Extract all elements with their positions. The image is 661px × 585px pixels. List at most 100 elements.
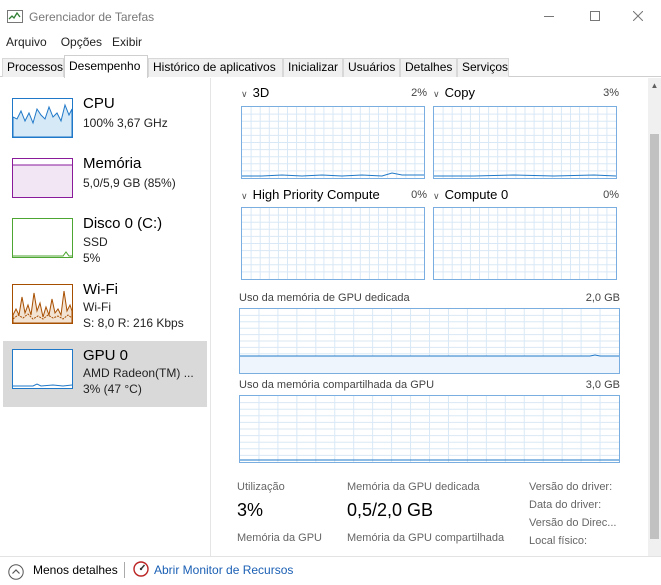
sidebar-wifi-title: Wi-Fi: [83, 281, 118, 298]
driver-date-label: Data do driver:: [529, 499, 602, 511]
sidebar-gpu-title: GPU 0: [83, 347, 129, 364]
resource-monitor-icon[interactable]: [133, 561, 149, 577]
shared-memory-plot: [240, 396, 619, 462]
grid-lines: [434, 208, 616, 279]
graph-compute0-plot: [434, 208, 616, 279]
grid-lines: [242, 208, 424, 279]
maximize-button[interactable]: [572, 0, 618, 32]
gpu-performance-panel: ∨ 3D 2% ∨ Copy 3% ∨ High Priority Compute 0…: [212, 78, 648, 556]
sidebar-wifi-throughput: S: 8,0 R: 216 Kbps: [83, 316, 184, 330]
graph-3d-percent: 2%: [411, 87, 427, 99]
graph-3d: [241, 106, 425, 179]
graph-copy: [433, 106, 617, 179]
shared-memory-graph: [239, 395, 620, 463]
sidebar-disk-usage: 5%: [83, 251, 101, 265]
wifi-thumbnail: [12, 284, 73, 324]
minimize-icon: [544, 16, 554, 17]
sidebar-memory-detail: 5,0/5,9 GB (85%): [83, 176, 176, 190]
sidebar-item-cpu[interactable]: CPU 100% 3,67 GHz: [3, 90, 207, 156]
close-icon: [633, 11, 643, 21]
scroll-thumb[interactable]: [650, 134, 659, 539]
minimize-button[interactable]: [526, 0, 572, 32]
tab-desempenho[interactable]: Desempenho: [64, 55, 148, 78]
open-resource-monitor-link[interactable]: Abrir Monitor de Recursos: [154, 563, 293, 577]
shared-gpu-memory-label: Memória da GPU compartilhada: [347, 532, 505, 544]
graph-compute0-title: Compute 0: [444, 187, 509, 202]
graph-compute0-percent: 0%: [603, 189, 619, 201]
maximize-icon: [590, 11, 600, 21]
cpu-thumbnail: [12, 98, 73, 138]
sidebar-disk-type: SSD: [83, 235, 108, 249]
graph-hpc: [241, 207, 425, 280]
dedicated-memory-graph: [239, 308, 620, 374]
gpu-thumbnail: [12, 349, 73, 389]
graph-compute0: [433, 207, 617, 280]
gpu-memory-label: Memória da GPU: [237, 532, 322, 544]
menu-exibir[interactable]: Exibir: [108, 34, 148, 52]
grid-lines: [434, 107, 616, 178]
sidebar-disk-title: Disco 0 (C:): [83, 215, 163, 232]
grid-lines: [240, 396, 619, 462]
graph-copy-plot: [434, 107, 616, 178]
shared-memory-label: Uso da memória compartilhada da GPU: [239, 379, 435, 391]
chevron-down-icon: ∨: [241, 191, 248, 201]
utilization-label: Utilização: [237, 481, 285, 493]
memory-thumbnail: [12, 158, 73, 198]
sidebar-item-gpu[interactable]: GPU 0 AMD Radeon(TM) ... 3% (47 °C): [3, 341, 207, 407]
dedicated-memory-plot: [240, 309, 619, 373]
graph-3d-title: 3D: [252, 85, 270, 100]
sidebar-item-disco[interactable]: Disco 0 (C:) SSD 5%: [3, 210, 207, 276]
physical-location-label: Local físico:: [529, 535, 588, 547]
sidebar-gpu-model: AMD Radeon(TM) ...: [83, 366, 194, 380]
utilization-value: 3%: [237, 500, 264, 520]
footer: Menos detalhes Abrir Monitor de Recursos: [0, 556, 661, 585]
disk-thumbnail: [12, 218, 73, 258]
tab-servicos[interactable]: Serviços: [457, 58, 509, 77]
graph-copy-percent: 3%: [603, 87, 619, 99]
task-manager-icon: [7, 10, 23, 23]
tab-bar: Processos Desempenho Histórico de aplica…: [0, 55, 661, 78]
dedicated-memory-label: Uso da memória de GPU dedicada: [239, 292, 410, 304]
dedicated-memory-max: 2,0 GB: [585, 292, 620, 304]
menu-bar: Arquivo Opções Exibir: [0, 34, 148, 52]
graph-copy-title: Copy: [444, 85, 475, 100]
graph-hpc-percent: 0%: [411, 189, 427, 201]
resource-sidebar: CPU 100% 3,67 GHz Memória 5,0/5,9 GB (85…: [0, 78, 211, 556]
menu-opcoes[interactable]: Opções: [53, 34, 108, 52]
fewer-details-button[interactable]: Menos detalhes: [33, 563, 118, 577]
chevron-down-icon: ∨: [241, 89, 248, 99]
sidebar-cpu-detail: 100% 3,67 GHz: [83, 116, 168, 130]
chevron-down-icon: ∨: [433, 191, 440, 201]
footer-divider: [124, 562, 125, 578]
tab-processos[interactable]: Processos: [2, 58, 64, 77]
sidebar-wifi-adapter: Wi-Fi: [83, 300, 111, 314]
graph-compute0-header[interactable]: ∨ Compute 0: [433, 187, 508, 202]
close-button[interactable]: [615, 0, 661, 32]
grid-lines: [242, 107, 424, 178]
graph-copy-header[interactable]: ∨ Copy: [433, 85, 475, 100]
graph-3d-header[interactable]: ∨ 3D: [241, 85, 269, 100]
tab-historico[interactable]: Histórico de aplicativos: [148, 58, 283, 77]
dedicated-gpu-memory-label: Memória da GPU dedicada: [347, 481, 480, 493]
tab-inicializar[interactable]: Inicializar: [283, 58, 343, 77]
sidebar-gpu-usage: 3% (47 °C): [83, 382, 142, 396]
chevron-up-circle-icon[interactable]: [8, 564, 24, 580]
graph-hpc-title: High Priority Compute: [252, 187, 380, 202]
directx-version-label: Versão do Direc...: [529, 517, 617, 529]
chevron-down-icon: ∨: [433, 89, 440, 99]
window-title: Gerenciador de Tarefas: [29, 10, 155, 24]
shared-memory-max: 3,0 GB: [585, 379, 620, 391]
sidebar-item-wifi[interactable]: Wi-Fi Wi-Fi S: 8,0 R: 216 Kbps: [3, 276, 207, 342]
graph-hpc-header[interactable]: ∨ High Priority Compute: [241, 187, 380, 202]
graph-3d-plot: [242, 107, 424, 178]
title-bar: Gerenciador de Tarefas: [0, 0, 661, 32]
sidebar-item-memoria[interactable]: Memória 5,0/5,9 GB (85%): [3, 150, 207, 216]
sidebar-memory-title: Memória: [83, 155, 142, 172]
vertical-scrollbar[interactable]: ▲: [648, 78, 661, 556]
graph-hpc-plot: [242, 208, 424, 279]
dedicated-gpu-memory-value: 0,5/2,0 GB: [347, 500, 434, 520]
scroll-up-icon[interactable]: ▲: [648, 78, 661, 93]
menu-arquivo[interactable]: Arquivo: [0, 34, 53, 52]
tab-detalhes[interactable]: Detalhes: [400, 58, 457, 77]
tab-usuarios[interactable]: Usuários: [343, 58, 400, 77]
